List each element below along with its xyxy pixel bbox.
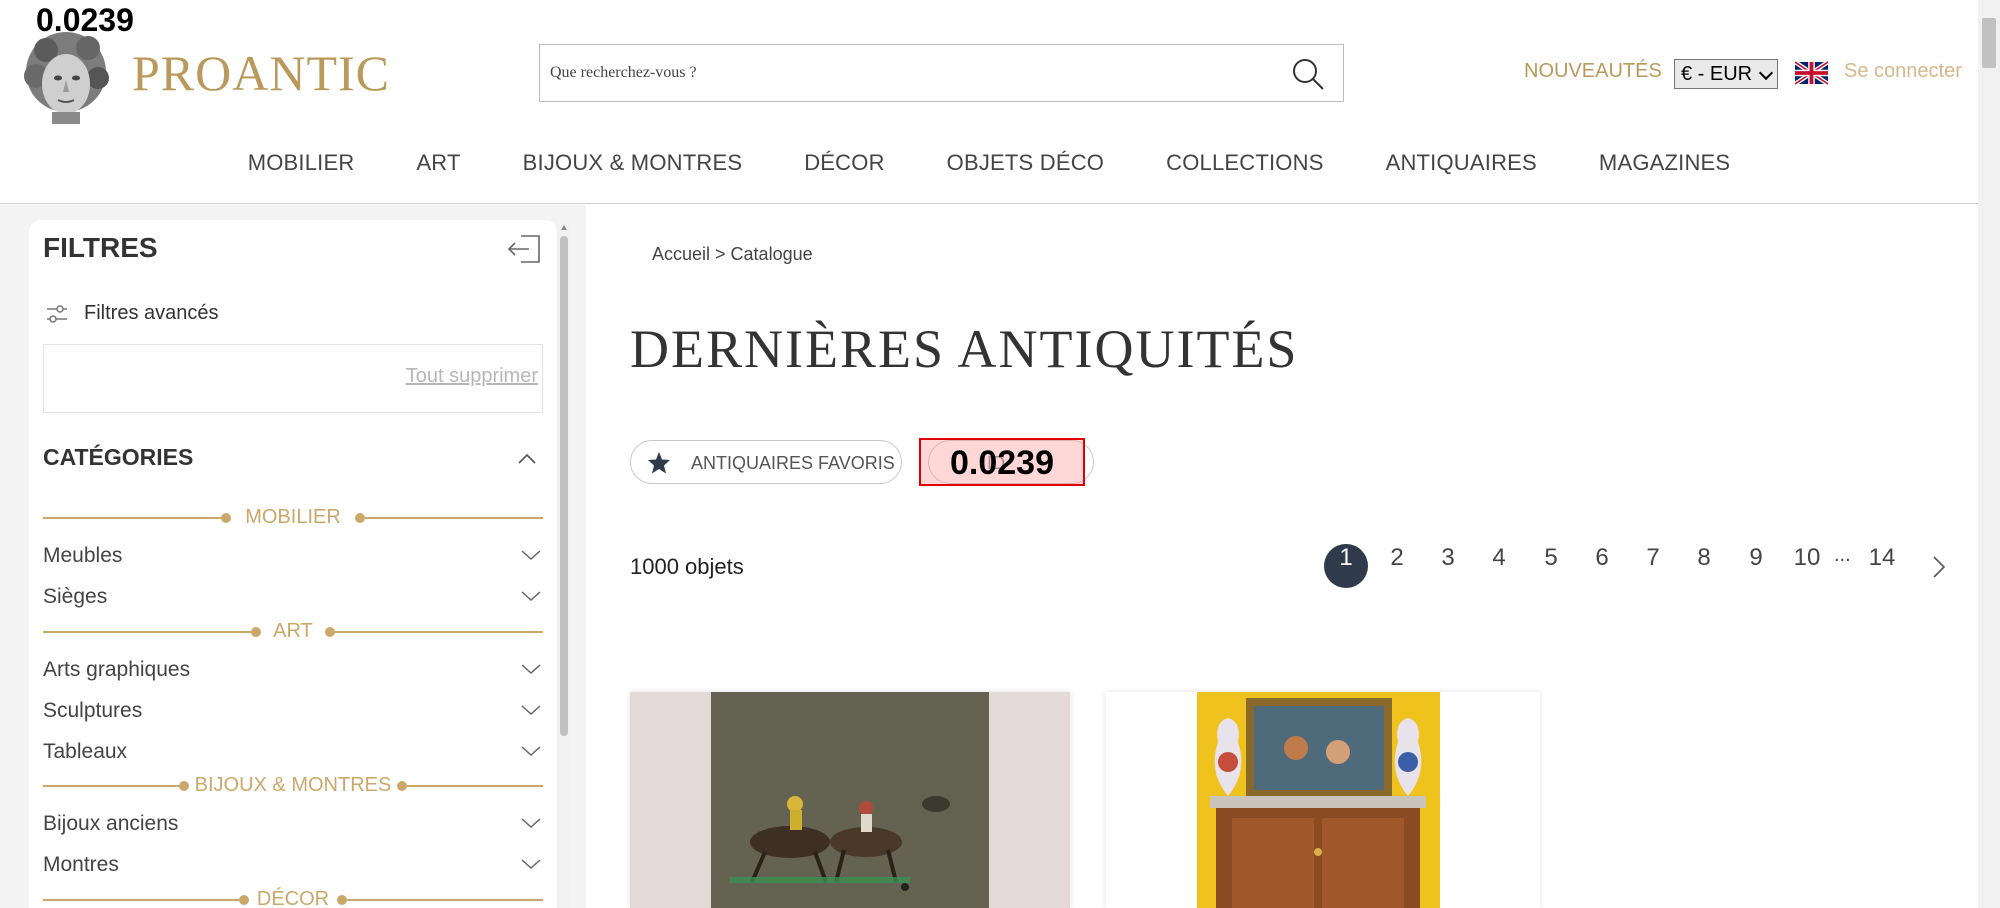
chevron-down-icon xyxy=(1758,65,1774,81)
debug-score-label: 0.0239 xyxy=(950,444,1054,482)
breadcrumb-current: Catalogue xyxy=(730,244,813,264)
product-image[interactable] xyxy=(630,692,1070,908)
filters-sidebar: FILTRES Filtres avancés Tout supprimer C… xyxy=(29,220,557,908)
breadcrumb-home[interactable]: Accueil xyxy=(652,244,710,264)
site-header: PROANTIC NOUVEAUTÉS € - EUR Se connecter… xyxy=(0,0,1978,204)
currency-select[interactable]: € - EUR xyxy=(1674,59,1778,89)
search-icon[interactable] xyxy=(1291,57,1325,91)
page-8[interactable]: 8 xyxy=(1682,544,1726,588)
chevron-up-icon[interactable] xyxy=(518,450,536,468)
search-bar[interactable] xyxy=(539,44,1344,102)
category-arts-graphiques[interactable]: Arts graphiques xyxy=(43,656,543,686)
chevron-down-icon[interactable] xyxy=(521,589,541,603)
product-image[interactable] xyxy=(1106,692,1540,908)
category-label: Sièges xyxy=(43,585,108,608)
favorite-dealers-button[interactable]: ANTIQUAIRES FAVORIS xyxy=(630,440,902,484)
filters-title: FILTRES xyxy=(43,232,158,263)
page-ellipsis: ... xyxy=(1834,544,1851,566)
collapse-sidebar-icon[interactable] xyxy=(507,234,541,264)
star-icon xyxy=(648,452,670,474)
currency-value: € - EUR xyxy=(1681,63,1753,85)
sliders-icon[interactable] xyxy=(45,304,69,324)
page-title: DERNIÈRES ANTIQUITÉS xyxy=(630,319,1299,379)
breadcrumb: Accueil > Catalogue xyxy=(652,244,813,265)
category-label: Tableaux xyxy=(43,740,128,763)
breadcrumb-separator: > xyxy=(710,244,731,264)
page-3[interactable]: 3 xyxy=(1426,544,1470,588)
nav-objets-deco[interactable]: OBJETS DÉCO xyxy=(947,150,1104,176)
category-montres[interactable]: Montres xyxy=(43,851,543,881)
chevron-down-icon[interactable] xyxy=(521,816,541,830)
product-card[interactable] xyxy=(1106,692,1540,908)
nav-mobilier[interactable]: MOBILIER xyxy=(248,150,355,176)
page-1[interactable]: 1 xyxy=(1324,544,1368,588)
page-9[interactable]: 9 xyxy=(1734,544,1778,588)
page-4[interactable]: 4 xyxy=(1477,544,1521,588)
login-link[interactable]: Se connecter xyxy=(1844,60,1962,83)
chevron-down-icon[interactable] xyxy=(521,548,541,562)
nav-art[interactable]: ART xyxy=(416,150,460,176)
page-5[interactable]: 5 xyxy=(1529,544,1573,588)
category-label: Bijoux anciens xyxy=(43,812,179,835)
nav-collections[interactable]: COLLECTIONS xyxy=(1166,150,1323,176)
uk-flag-icon[interactable] xyxy=(1795,61,1828,85)
sidebar-scrollbar[interactable] xyxy=(558,224,570,908)
group-bijoux-montres: BIJOUX & MONTRES xyxy=(43,774,543,798)
category-label: Sculptures xyxy=(43,699,143,722)
category-sculptures[interactable]: Sculptures xyxy=(43,697,543,727)
sidebar-scrollbar-thumb[interactable] xyxy=(560,236,568,736)
result-count: 1000 objets xyxy=(630,554,744,579)
page-scrollbar-thumb[interactable] xyxy=(1982,18,1996,68)
category-bijoux-anciens[interactable]: Bijoux anciens xyxy=(43,810,543,840)
page-6[interactable]: 6 xyxy=(1580,544,1624,588)
main-nav: MOBILIER ART BIJOUX & MONTRES DÉCOR OBJE… xyxy=(0,150,1978,176)
page-10[interactable]: 10 xyxy=(1785,544,1829,588)
chevron-down-icon[interactable] xyxy=(521,703,541,717)
logo-icon[interactable] xyxy=(16,28,116,124)
group-art: ART xyxy=(43,620,543,644)
category-label: Arts graphiques xyxy=(43,658,191,681)
nav-magazines[interactable]: MAGAZINES xyxy=(1599,150,1730,176)
category-label: Meubles xyxy=(43,544,123,567)
page-7[interactable]: 7 xyxy=(1631,544,1675,588)
chevron-down-icon[interactable] xyxy=(521,857,541,871)
group-mobilier: MOBILIER xyxy=(43,506,543,530)
active-filters-box: Tout supprimer xyxy=(43,344,543,413)
debug-score-label: 0.0239 xyxy=(36,2,134,38)
new-arrivals-link[interactable]: NOUVEAUTÉS xyxy=(1524,60,1662,83)
page-scrollbar[interactable] xyxy=(1978,0,2000,908)
page-2[interactable]: 2 xyxy=(1375,544,1419,588)
favorite-dealers-label: ANTIQUAIRES FAVORIS xyxy=(691,453,895,473)
category-meubles[interactable]: Meubles xyxy=(43,542,543,572)
category-label: Montres xyxy=(43,853,119,876)
category-sieges[interactable]: Sièges xyxy=(43,583,543,613)
category-tableaux[interactable]: Tableaux xyxy=(43,738,543,768)
debug-highlight-box: 0.0239 xyxy=(919,438,1085,486)
nav-bijoux-montres[interactable]: BIJOUX & MONTRES xyxy=(523,150,743,176)
chevron-right-icon[interactable] xyxy=(1932,556,1946,578)
advanced-filters-link[interactable]: Filtres avancés xyxy=(84,302,219,325)
page-last[interactable]: 14 xyxy=(1860,544,1904,588)
search-input[interactable] xyxy=(550,45,1270,101)
chevron-down-icon[interactable] xyxy=(521,744,541,758)
product-card[interactable] xyxy=(630,692,1070,908)
nav-decor[interactable]: DÉCOR xyxy=(804,150,884,176)
categories-title[interactable]: CATÉGORIES xyxy=(43,444,193,471)
group-decor: DÉCOR xyxy=(43,888,543,908)
brand-logo-text[interactable]: PROANTIC xyxy=(132,44,390,102)
scroll-up-arrow-icon[interactable] xyxy=(561,225,567,230)
nav-antiquaires[interactable]: ANTIQUAIRES xyxy=(1386,150,1537,176)
group-label: DÉCOR xyxy=(256,888,330,908)
chevron-down-icon[interactable] xyxy=(521,662,541,676)
clear-all-filters-link[interactable]: Tout supprimer xyxy=(406,365,538,388)
